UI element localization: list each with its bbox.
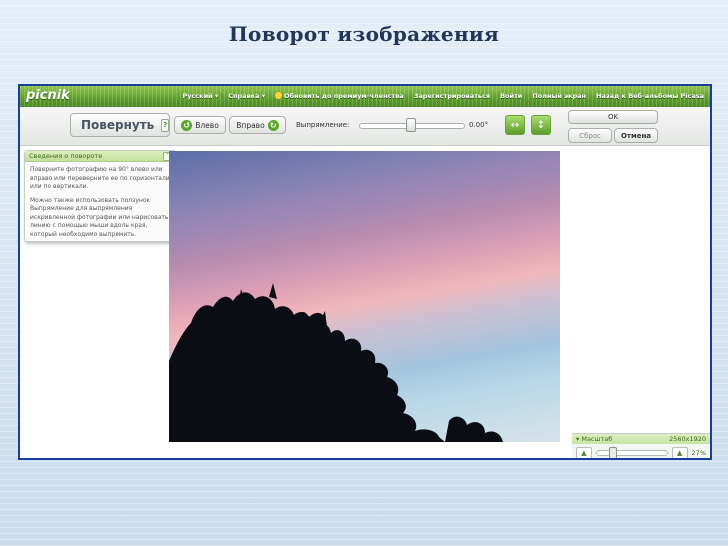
tree-silhouette xyxy=(169,283,503,442)
zoom-out-icon[interactable]: ▲ xyxy=(576,447,592,458)
flip-horizontal-icon: ↔ xyxy=(510,120,520,131)
work-area: Сведения о повороте ˆ Поверните фотограф… xyxy=(20,146,710,458)
zoom-slider[interactable] xyxy=(596,447,668,458)
rotate-right-button[interactable]: Вправо ↻ xyxy=(229,116,286,134)
picnik-logo[interactable]: picnik xyxy=(26,88,70,103)
zoom-panel: ▾ Масштаб 2560x1920 ▲ ▲ 27% xyxy=(572,433,710,458)
straighten-value: 0.00° xyxy=(469,121,489,129)
flip-horizontal-button[interactable]: ↔ xyxy=(505,115,525,135)
zoom-header: ▾ Масштаб 2560x1920 xyxy=(572,434,710,444)
top-navigation: Русский Справка Обновить до премиум-член… xyxy=(182,92,704,100)
info-paragraph-1: Поверните фотографию на 90° влево или вп… xyxy=(30,166,170,190)
zoom-controls: ▲ ▲ 27% xyxy=(572,444,710,458)
cancel-button[interactable]: Отмена xyxy=(614,128,658,143)
help-icon[interactable]: ? xyxy=(161,118,169,132)
login-link[interactable]: Войти xyxy=(500,92,522,100)
rotate-left-label: Влево xyxy=(195,120,219,130)
rotate-left-button[interactable]: ↺ Влево xyxy=(174,116,226,134)
help-menu[interactable]: Справка xyxy=(228,92,265,100)
zoom-in-icon[interactable]: ▲ xyxy=(671,447,688,458)
tool-toolbar: Повернуть ? ↺ Влево Вправо ↻ Выпрямление… xyxy=(20,107,710,146)
rotate-info-panel: Сведения о повороте ˆ Поверните фотограф… xyxy=(24,150,176,242)
sun-icon xyxy=(274,92,282,99)
language-menu[interactable]: Русский xyxy=(182,92,218,100)
rotate-left-icon: ↺ xyxy=(181,119,193,131)
straighten-label: Выпрямление: xyxy=(296,121,350,129)
back-to-picasa-link[interactable]: Назад к Веб-альбомы Picasa xyxy=(596,92,704,100)
slide-title: Поворот изображения xyxy=(228,22,500,46)
upgrade-link[interactable]: Обновить до премиум-членства xyxy=(274,92,404,100)
zoom-label: ▾ Масштаб xyxy=(576,435,613,443)
zoom-slider-thumb[interactable] xyxy=(609,447,617,458)
fullscreen-link[interactable]: Полный экран xyxy=(532,92,586,100)
image-dimensions: 2560x1920 xyxy=(669,435,706,443)
zoom-percent: 27% xyxy=(691,449,706,457)
flip-vertical-button[interactable]: ↕ xyxy=(531,115,551,135)
info-panel-body: Поверните фотографию на 90° влево или вп… xyxy=(25,162,175,248)
register-link[interactable]: Зарегистрироваться xyxy=(414,92,490,100)
info-panel-header: Сведения о повороте ˆ xyxy=(25,151,175,162)
zoom-label-text: Масштаб xyxy=(581,435,613,443)
straighten-slider-thumb[interactable] xyxy=(406,118,416,132)
rotate-right-icon: ↻ xyxy=(267,119,279,131)
rotate-right-label: Вправо xyxy=(236,120,265,130)
ok-button[interactable]: OK xyxy=(568,110,658,124)
photo-canvas[interactable] xyxy=(169,151,560,442)
reset-button[interactable]: Сброс xyxy=(568,128,612,143)
tool-title: Повернуть ? xyxy=(70,113,170,137)
flip-vertical-icon: ↕ xyxy=(536,120,546,131)
app-top-bar: picnik Русский Справка Обновить до преми… xyxy=(20,86,710,107)
info-panel-title: Сведения о повороте xyxy=(29,152,103,160)
tool-title-label: Повернуть xyxy=(81,118,155,132)
info-paragraph-2: Можно также использовать ползунок Выпрям… xyxy=(30,196,169,238)
screenshot-frame: picnik Русский Справка Обновить до преми… xyxy=(18,84,712,460)
